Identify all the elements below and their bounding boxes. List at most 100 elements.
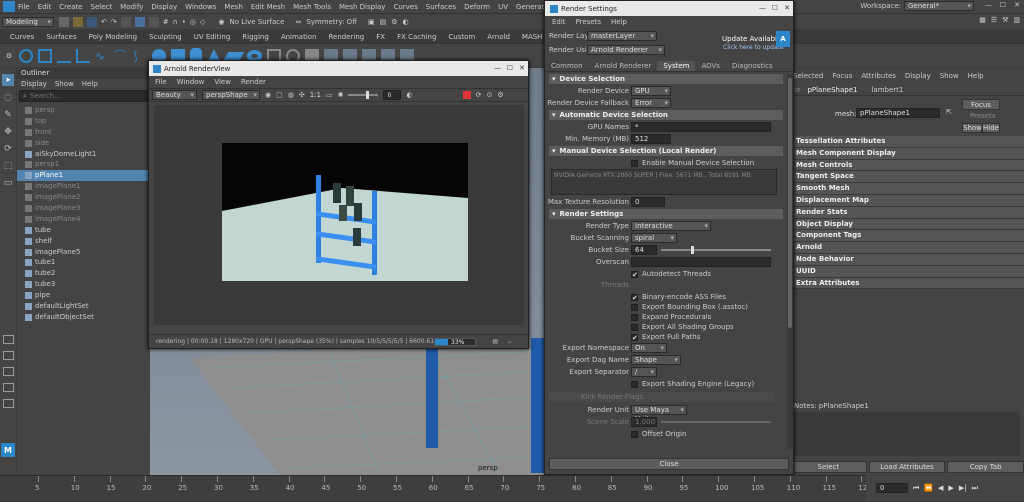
ratio-label[interactable]: 1:1 [310, 91, 321, 99]
outliner-item[interactable]: tube3 [17, 279, 150, 290]
renderview-minimize-icon[interactable]: — [494, 64, 501, 72]
rs-checkbox[interactable] [631, 313, 638, 321]
ae-menu-item[interactable]: Focus [832, 68, 852, 85]
go-to-end-icon[interactable]: ⏭ [972, 484, 978, 493]
rs-render-unit-select[interactable]: Use Maya Unit [631, 405, 687, 423]
minimize-icon[interactable]: — [985, 1, 992, 9]
rs-export-sep-select[interactable]: / [631, 367, 657, 377]
rs-checkbox[interactable]: ✔ [631, 293, 638, 301]
shelf-tab[interactable]: MASH [522, 33, 543, 41]
ae-menu-item[interactable]: Help [968, 68, 984, 85]
step-back-icon[interactable]: ◀ [938, 484, 943, 492]
rs-checkbox-row[interactable]: Offset Origin [631, 429, 686, 439]
camera-select[interactable]: perspShape [202, 90, 260, 100]
ae-section-header[interactable]: Extra Attributes [792, 277, 1024, 290]
current-frame-field[interactable]: 0 [876, 483, 908, 493]
main-menu-item[interactable]: UV [498, 3, 508, 11]
rs-checkbox-row[interactable]: Expand Procedurals [631, 312, 711, 322]
pencil-curve-icon[interactable]: ∿ [95, 49, 109, 63]
shelf-tab[interactable]: Arnold [487, 33, 510, 41]
debug-shading-icon[interactable]: ◍ [288, 91, 294, 99]
exposure-slider[interactable] [348, 91, 379, 99]
rs-checkbox[interactable] [631, 380, 638, 388]
rs-menu-item[interactable]: Edit [552, 16, 566, 28]
close-icon[interactable]: ✕ [1014, 1, 1020, 9]
render-log-icon[interactable]: ▤ [492, 338, 498, 345]
outliner-item[interactable]: imagePlane4 [17, 214, 150, 225]
rs-tab[interactable]: Common [545, 61, 589, 71]
plane-icon[interactable] [223, 51, 245, 60]
save-scene-icon[interactable] [87, 16, 97, 27]
open-scene-icon[interactable] [73, 16, 83, 27]
play-forward-icon[interactable]: ▶ [948, 484, 953, 492]
fit-icon[interactable]: ▭ [326, 91, 333, 99]
snapshot-icon[interactable]: ⊙ [486, 91, 492, 99]
outliner-item[interactable]: tube2 [17, 268, 150, 279]
renderview-maximize-icon[interactable]: ☐ [507, 64, 513, 72]
ae-menu-item[interactable]: Selected [793, 68, 823, 85]
ae-bottom-button[interactable]: Load Attributes [868, 461, 946, 473]
renderview-close-icon[interactable]: ✕ [519, 64, 525, 72]
main-menu-item[interactable]: Create [59, 3, 82, 11]
shelf-tab[interactable]: FX [376, 33, 385, 41]
layout-top-icon[interactable] [2, 383, 14, 392]
renderview-expand-icon[interactable]: ⌄ [507, 338, 512, 345]
rs-close-button[interactable]: Close [549, 458, 789, 470]
outliner-item[interactable]: tube1 [17, 257, 150, 268]
outliner-item[interactable]: side [17, 138, 150, 149]
rs-render-type-select[interactable]: Interactive [631, 221, 711, 231]
rs-section-header[interactable]: ▾ Manual Device Selection (Local Render) [549, 146, 783, 156]
renderview-menu-item[interactable]: Render [241, 76, 266, 88]
rs-scene-scale-field[interactable]: 1.000 [631, 417, 657, 427]
main-menu-item[interactable]: File [18, 3, 30, 11]
ae-section-header[interactable]: Render Stats [792, 206, 1024, 219]
outliner-item[interactable]: defaultObjectSet [17, 312, 150, 323]
rs-render-layer-select[interactable]: masterLayer [587, 31, 657, 41]
rs-fallback-select[interactable]: Error [631, 98, 671, 108]
ae-tab-material[interactable]: lambert1 [871, 85, 903, 95]
rs-bucket-scanning-select[interactable]: spiral [631, 233, 677, 243]
ae-section-header[interactable]: Smooth Mesh [792, 183, 1024, 195]
snap-view-icon[interactable]: ◎ [190, 17, 196, 27]
ae-section-header[interactable]: Object Display [792, 218, 1024, 231]
rs-tab[interactable]: Diagnostics [726, 61, 779, 71]
undo-icon[interactable]: ↶ [101, 17, 107, 27]
tool-settings-icon[interactable]: ⚒ [1002, 16, 1008, 24]
rs-scroll-thumb[interactable] [788, 78, 792, 328]
last-tool-icon[interactable]: ▭ [4, 178, 13, 188]
curve-square-icon[interactable] [38, 48, 52, 63]
ae-section-header[interactable]: Component Tags [792, 230, 1024, 243]
aov-select[interactable]: Beauty [152, 90, 197, 100]
ae-section-header[interactable]: UUID [792, 265, 1024, 278]
shelf-tab[interactable]: UV Editing [194, 33, 231, 41]
ae-input-icon[interactable]: ⇱ [946, 108, 952, 116]
rs-checkbox[interactable] [631, 323, 638, 331]
shelf-tab[interactable]: FX Caching [397, 33, 436, 41]
rs-scrollbar[interactable] [787, 74, 793, 449]
main-menu-item[interactable]: Display [151, 3, 177, 11]
main-menu-item[interactable]: Deform [464, 3, 490, 11]
snap-curve-icon[interactable]: ∩ [173, 17, 178, 27]
select-hierarchy-icon[interactable] [120, 16, 131, 27]
shelf-tab[interactable]: Surfaces [46, 33, 76, 41]
outliner-item[interactable]: pipe [17, 290, 150, 301]
outliner-item[interactable]: imagePlane3 [17, 203, 150, 214]
select-tool-icon[interactable]: ➤ [2, 74, 14, 86]
rs-close-icon[interactable]: ✕ [784, 4, 790, 12]
rs-checkbox-row[interactable]: ✔ Binary-encode ASS Files [631, 292, 726, 302]
shelf-tab[interactable]: Curves [10, 33, 34, 41]
ipr-icon[interactable]: ▤ [380, 18, 387, 26]
workspace-select[interactable]: General* [904, 1, 974, 11]
menu-set-select[interactable]: Modeling [2, 16, 54, 27]
select-object-icon[interactable] [134, 16, 145, 27]
layout-side-icon[interactable] [2, 367, 14, 376]
ae-section-header[interactable]: Mesh Component Display [792, 147, 1024, 160]
main-menu-item[interactable]: Edit [38, 3, 52, 11]
snap-surface-icon[interactable]: ◇ [200, 17, 205, 27]
rs-section-header[interactable]: ▾ Render Settings [549, 209, 783, 219]
main-menu-item[interactable]: Surfaces [426, 3, 456, 11]
rs-checkbox[interactable] [631, 303, 638, 311]
rs-menu-item[interactable]: Presets [576, 16, 601, 28]
color-channels-icon[interactable]: ✣ [299, 91, 305, 99]
rs-gpu-list[interactable]: NVIDIA GeForce RTX 2060 SUPER | Free: 56… [551, 169, 777, 195]
